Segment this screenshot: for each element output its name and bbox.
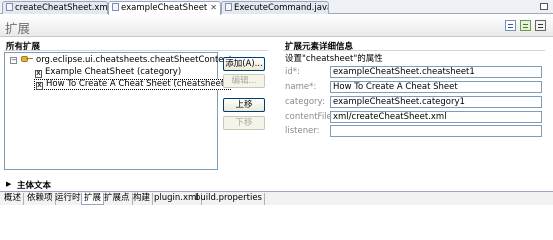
tab-create-cheat-sheet-xml[interactable]: createCheatSheet.xml [2, 1, 108, 14]
close-icon[interactable]: ✕ [210, 3, 217, 12]
tab-build[interactable]: 构建 [131, 193, 154, 205]
id-field[interactable]: exampleCheatSheet.cheatsheet1 [330, 66, 542, 78]
content-file-label: contentFile: [285, 112, 335, 122]
tab-dependencies[interactable]: 依赖项 [25, 193, 56, 205]
id-label: id*: [285, 67, 300, 77]
details-subtitle: 设置"cheatsheet"的属性 [285, 54, 383, 64]
edit-button[interactable]: 编辑... [223, 74, 265, 88]
tab-label: exampleCheatSheet [121, 3, 208, 13]
section-divider [283, 50, 545, 51]
name-field[interactable]: How To Create A Cheat Sheet [330, 81, 542, 93]
move-down-button[interactable]: 下移 [223, 116, 265, 130]
form-page-tabs: 概述 依赖项 运行时 扩展 扩展点 构建 plugin.xml build.pr… [0, 191, 553, 205]
tree-item-label: Example CheatSheet (category) [45, 67, 182, 77]
extensions-tree[interactable]: − org.eclipse.ui.cheatsheets.cheatSheetC… [4, 52, 232, 170]
tab-runtime[interactable]: 运行时 [53, 193, 84, 205]
tree-item-how-to-create-cheat-sheet[interactable]: X How To Create A Cheat Sheet (cheatsheet… [34, 79, 231, 90]
tab-label: createCheatSheet.xml [15, 3, 108, 13]
tree-item-cheat-sheet-content[interactable]: org.eclipse.ui.cheatsheets.cheatSheetCon… [21, 55, 232, 66]
section-divider [4, 50, 268, 51]
content-file-field[interactable]: xml/createCheatSheet.xml [330, 111, 542, 123]
name-label: name*: [285, 82, 317, 92]
expand-twisty-icon[interactable]: ▶ [6, 180, 11, 188]
category-field[interactable]: exampleCheatSheet.category1 [330, 96, 542, 108]
tree-item-example-category[interactable]: X Example CheatSheet (category) [35, 67, 181, 78]
tab-example-cheat-sheet[interactable]: exampleCheatSheet ✕ [108, 1, 221, 15]
listener-field[interactable] [330, 125, 542, 137]
add-button[interactable]: 添加(A)... [223, 57, 265, 71]
category-label: category: [285, 97, 325, 107]
tab-extension-points[interactable]: 扩展点 [102, 193, 133, 205]
tree-item-label: How To Create A Cheat Sheet (cheatsheet) [46, 79, 228, 89]
tab-overview[interactable]: 概述 [2, 193, 25, 205]
vertical-layout-icon[interactable] [535, 20, 546, 31]
restore-icon[interactable] [540, 3, 548, 10]
page-title: 扩展 [5, 21, 31, 36]
listener-label: listener: [285, 126, 320, 136]
tab-build-properties[interactable]: build.properties [193, 193, 265, 205]
move-up-button[interactable]: 上移 [223, 98, 265, 112]
editor-tab-bar: createCheatSheet.xml exampleCheatSheet ✕ … [0, 0, 553, 15]
plugin-manifest-icon [112, 3, 119, 11]
element-icon: X [35, 70, 42, 78]
xml-file-icon [6, 3, 13, 11]
tab-execute-command-java[interactable]: ExecuteCommand.java [221, 1, 329, 14]
tree-item-label: org.eclipse.ui.cheatsheets.cheatSheetCon… [36, 55, 233, 65]
extension-point-icon [21, 55, 33, 62]
tab-extensions[interactable]: 扩展 [81, 193, 105, 205]
java-file-icon [225, 3, 232, 11]
page-title-bar: 扩展 [0, 15, 553, 37]
element-icon: X [36, 82, 43, 90]
body-text-heading[interactable]: 主体文本 [17, 179, 51, 191]
help-icon[interactable] [505, 20, 516, 31]
horizontal-layout-icon[interactable] [520, 20, 531, 31]
collapse-icon[interactable]: − [10, 57, 17, 64]
tab-label: ExecuteCommand.java [234, 3, 329, 13]
